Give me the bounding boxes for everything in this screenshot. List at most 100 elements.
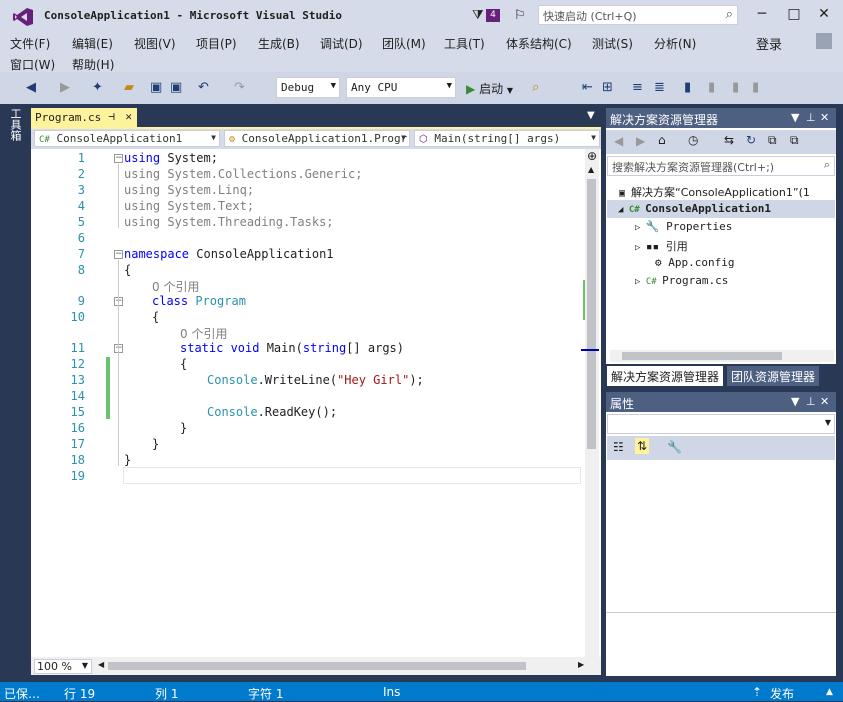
show-all-files-icon[interactable]: ⧉	[790, 133, 799, 148]
menu-window[interactable]: 窗口(W)	[10, 56, 55, 73]
tab-list-dropdown-icon[interactable]: ▼	[587, 110, 595, 121]
properties-object-select[interactable]: ▼	[607, 414, 835, 434]
pin-icon[interactable]: ⊥	[806, 395, 816, 408]
property-pages-icon[interactable]: 🔧	[667, 440, 682, 454]
tree-item-properties[interactable]: ▷ 🔧 Properties	[635, 220, 732, 233]
close-icon[interactable]: ✕	[820, 395, 829, 408]
menu-team[interactable]: 团队(M)	[382, 35, 426, 52]
refresh-icon[interactable]: ↻	[746, 133, 756, 147]
scroll-up-icon[interactable]: ▲	[588, 165, 594, 174]
tree-item-project[interactable]: ◢ C# ConsoleApplication1	[618, 202, 771, 215]
pin-icon[interactable]: ⊣	[108, 110, 115, 123]
bookmark-icon[interactable]: ▮	[684, 80, 691, 95]
sync-icon[interactable]: ⇆	[724, 133, 734, 147]
chevron-up-icon[interactable]: ▲	[826, 687, 833, 697]
uncomment-icon[interactable]: ≣	[654, 80, 665, 95]
maximize-button[interactable]: □	[784, 6, 804, 24]
find-in-files-icon[interactable]: ⌕	[532, 80, 539, 95]
next-bookmark-icon[interactable]: ▮	[732, 80, 739, 95]
chevron-down-icon[interactable]: ▼	[791, 111, 799, 124]
feedback-icon[interactable]: ⚐	[514, 8, 526, 23]
format-icon[interactable]: ⊞	[602, 80, 613, 95]
menu-edit[interactable]: 编辑(E)	[72, 35, 113, 52]
codelens-references[interactable]: 0 个引用	[152, 278, 199, 295]
editor-vertical-scrollbar[interactable]: ⊕ ▲	[581, 149, 599, 657]
home-icon[interactable]: ⌂	[658, 133, 666, 147]
menu-test[interactable]: 测试(S)	[592, 35, 633, 52]
codelens-references[interactable]: 0 个引用	[180, 325, 227, 342]
collapse-icon[interactable]: −	[114, 154, 123, 163]
split-icon[interactable]: ⊕	[587, 149, 597, 163]
menu-analyze[interactable]: 分析(N)	[654, 35, 696, 52]
tab-solution-explorer[interactable]: 解决方案资源管理器	[607, 366, 724, 386]
editor-horizontal-scrollbar[interactable]	[108, 662, 526, 670]
tree-item-solution[interactable]: ▣ 解决方案“ConsoleApplication1”(1	[619, 184, 810, 200]
scroll-left-icon[interactable]: ◀	[98, 660, 104, 669]
close-window-button[interactable]: ✕	[814, 6, 834, 24]
start-debugging-button[interactable]: ▶ 启动 ▼	[466, 80, 513, 97]
scroll-right-icon[interactable]: ▶	[578, 660, 584, 669]
minimize-button[interactable]: ─	[752, 6, 772, 24]
menu-project[interactable]: 项目(P)	[196, 35, 237, 52]
menu-file[interactable]: 文件(F)	[10, 35, 50, 52]
menu-architecture[interactable]: 体系结构(C)	[506, 35, 572, 52]
solution-search-input[interactable]: 搜索解决方案资源管理器(Ctrl+;) ⌕	[607, 156, 835, 176]
status-insert-mode: Ins	[383, 685, 401, 699]
menu-help[interactable]: 帮助(H)	[72, 56, 114, 73]
tab-program-cs[interactable]: Program.cs ⊣ ✕	[31, 108, 137, 127]
history-icon[interactable]: ◷	[688, 133, 698, 147]
close-tab-icon[interactable]: ✕	[125, 110, 132, 123]
solution-platform-select[interactable]: Any CPU ▼	[346, 77, 456, 98]
tree-item-program[interactable]: ▷ C# Program.cs	[635, 274, 728, 287]
scroll-thumb[interactable]	[622, 352, 782, 360]
collapse-icon[interactable]: −	[114, 250, 123, 259]
notification-filter-icon[interactable]: ⧩ 4	[472, 8, 504, 24]
sign-in-link[interactable]: 登录	[756, 34, 782, 53]
chevron-down-icon: ▼	[824, 418, 831, 427]
new-project-icon[interactable]: ✦	[92, 80, 103, 95]
menu-build[interactable]: 生成(B)	[258, 35, 300, 52]
quick-launch-input[interactable]: 快速启动 (Ctrl+Q) ⌕	[538, 5, 738, 25]
keyword: using	[124, 151, 161, 165]
fold-guide	[118, 260, 119, 466]
zoom-select[interactable]: 100 % ▼	[34, 659, 92, 674]
class-nav-select[interactable]: ⚙ ConsoleApplication1.Progr ▼	[224, 130, 410, 147]
comment-icon[interactable]: ≡	[632, 80, 643, 95]
forward-icon[interactable]: ▶	[60, 80, 70, 95]
close-icon[interactable]: ✕	[820, 111, 829, 124]
scroll-thumb[interactable]	[587, 179, 596, 449]
member-nav-select[interactable]: ⬡ Main(string[] args) ▼	[414, 130, 600, 147]
step-icon[interactable]: ⇤	[582, 80, 593, 95]
current-line-highlight	[123, 467, 581, 484]
alphabetical-icon[interactable]: ⇅	[635, 438, 650, 454]
back-icon[interactable]: ◀	[614, 134, 623, 148]
menu-view[interactable]: 视图(V)	[134, 35, 176, 52]
publish-icon[interactable]: ⇡	[752, 685, 762, 699]
undo-icon[interactable]: ↶	[198, 80, 209, 95]
pin-icon[interactable]: ⊥	[806, 111, 816, 124]
solution-horizontal-scrollbar[interactable]	[610, 350, 834, 362]
redo-icon[interactable]: ↷	[234, 80, 245, 95]
menu-debug[interactable]: 调试(D)	[320, 35, 363, 52]
collapse-all-icon[interactable]: ⧉	[768, 133, 777, 148]
chevron-down-icon[interactable]: ▼	[791, 395, 799, 408]
toolbox-tab[interactable]: 工具箱	[0, 104, 28, 682]
tree-item-references[interactable]: ▷ ▪▪ 引用	[635, 238, 688, 254]
solution-configuration-select[interactable]: Debug ▼	[276, 77, 340, 98]
tree-item-appconfig[interactable]: ⚙ App.config	[655, 256, 734, 269]
method-icon: ⬡	[419, 134, 428, 145]
forward-icon[interactable]: ▶	[636, 134, 645, 148]
clear-bookmarks-icon[interactable]: ▮	[752, 80, 759, 95]
save-icon[interactable]: ▣	[150, 80, 162, 95]
save-all-icon[interactable]: ▣	[170, 80, 182, 95]
tab-team-explorer[interactable]: 团队资源管理器	[727, 366, 820, 386]
avatar[interactable]	[816, 33, 832, 49]
menu-tools[interactable]: 工具(T)	[444, 35, 485, 52]
categorized-icon[interactable]: ☷	[613, 440, 624, 454]
prev-bookmark-icon[interactable]: ▮	[708, 80, 715, 95]
line-number: 14	[70, 389, 85, 403]
back-icon[interactable]: ◀	[26, 80, 36, 95]
open-file-icon[interactable]: ▰	[124, 80, 134, 95]
project-nav-select[interactable]: C# ConsoleApplication1 ▼	[34, 130, 220, 147]
publish-button[interactable]: 发布	[770, 685, 794, 702]
